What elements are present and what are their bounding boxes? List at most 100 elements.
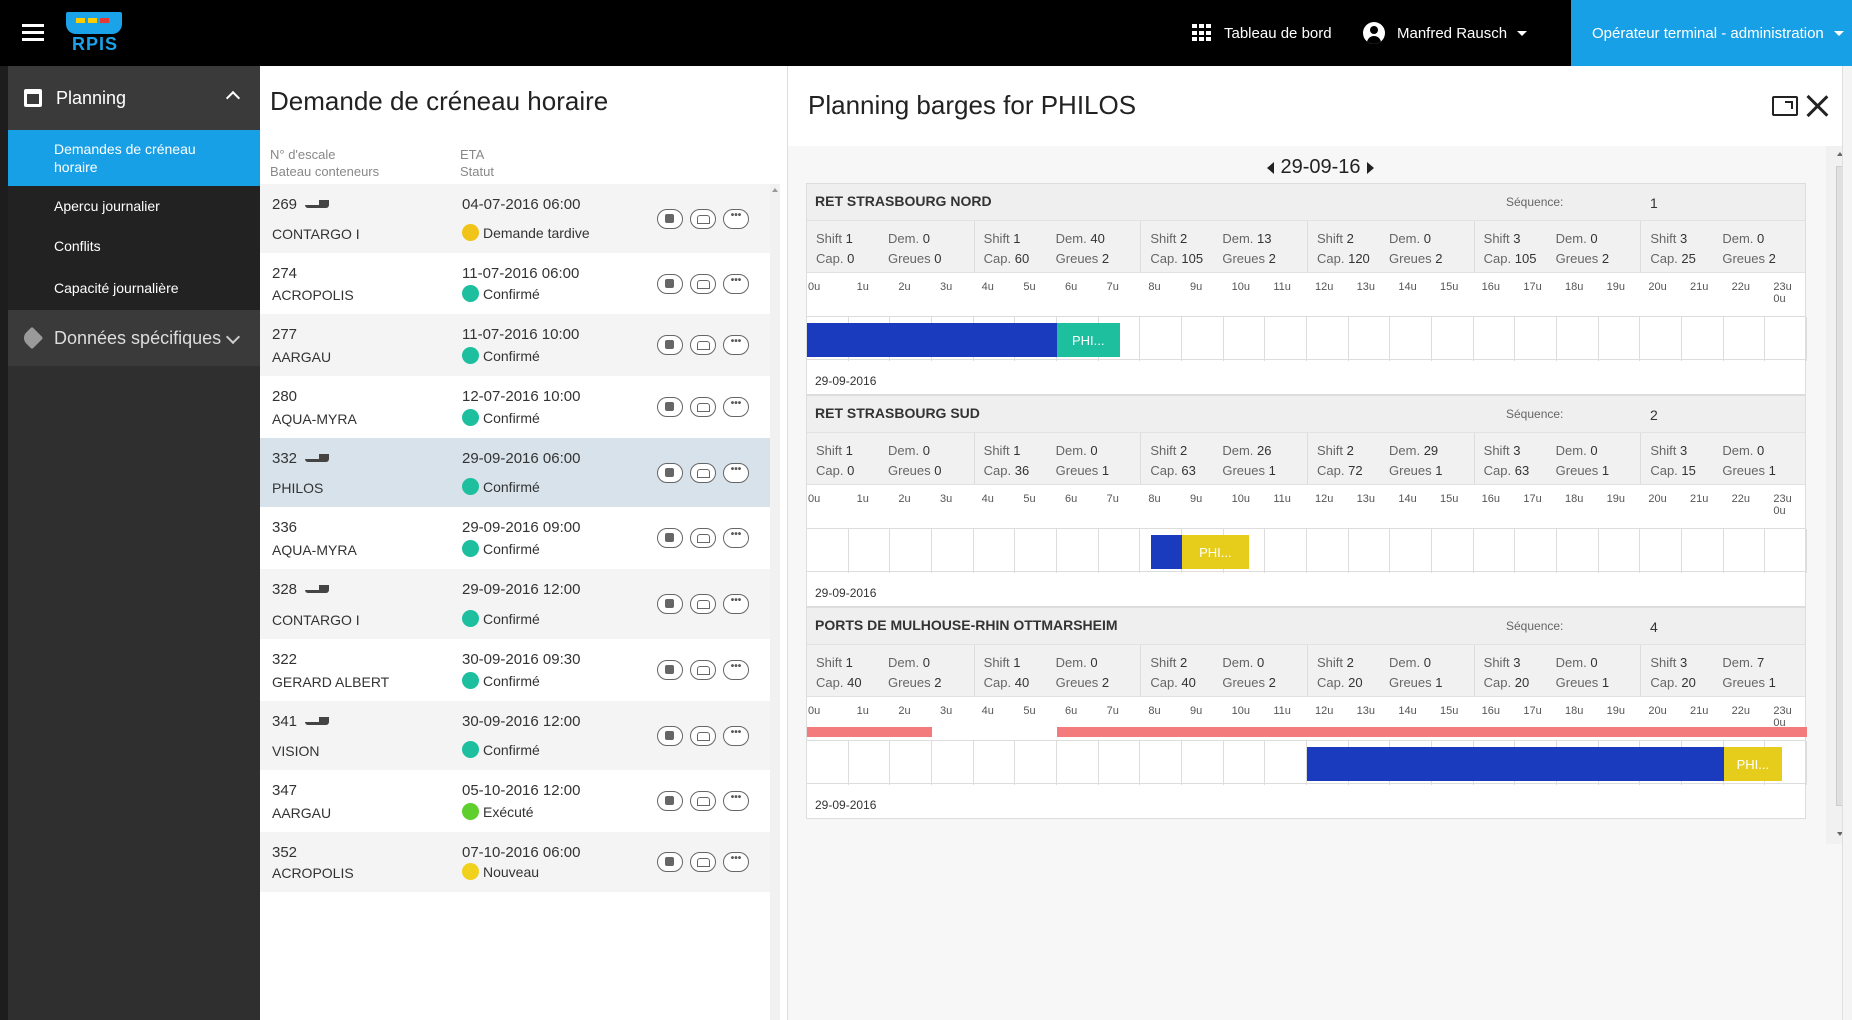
timeline-grid[interactable]: PHI...: [807, 740, 1807, 785]
table-row[interactable]: 336 AQUA-MYRA 29-09-2016 09:00 Confirmé •••: [260, 507, 770, 569]
container-icon[interactable]: [657, 852, 683, 872]
dashboard-label: Tableau de bord: [1224, 24, 1332, 42]
terminal-date: 29-09-2016: [815, 374, 877, 388]
barge-view-icon[interactable]: [690, 852, 716, 872]
barge-icon: [305, 199, 333, 210]
prev-day-icon[interactable]: [1267, 161, 1275, 174]
barge-view-icon[interactable]: [690, 725, 716, 746]
more-icon[interactable]: •••: [723, 852, 749, 872]
sidebar-item-capacite[interactable]: Capacité journalière: [8, 266, 260, 310]
timeline-grid[interactable]: PHI...: [807, 528, 1807, 573]
table-row[interactable]: 341 VISION 30-09-2016 12:00 Confirmé •••: [260, 701, 770, 770]
shift-number: Shift 3: [1484, 443, 1521, 458]
column-header-line: ETA: [460, 147, 485, 162]
column-header-escale[interactable]: N° d'escale Bateau conteneurs: [270, 146, 379, 180]
menu-icon[interactable]: [22, 24, 44, 42]
hour-cell: [1640, 317, 1682, 361]
more-icon[interactable]: •••: [723, 273, 749, 294]
barge-view-icon[interactable]: [690, 208, 716, 229]
barge-view-icon[interactable]: [690, 335, 716, 355]
container-icon[interactable]: [657, 660, 683, 680]
container-icon[interactable]: [657, 335, 683, 355]
slot-bar[interactable]: PHI...: [1182, 535, 1249, 569]
barge-view-icon[interactable]: [690, 462, 716, 483]
sidebar-item-conflits[interactable]: Conflits: [8, 226, 260, 266]
table-row[interactable]: 280 AQUA-MYRA 12-07-2016 10:00 Confirmé •••: [260, 376, 770, 438]
hour-cell: [1349, 529, 1391, 573]
sequence-value: 1: [1650, 195, 1658, 211]
more-icon[interactable]: •••: [723, 335, 749, 355]
timeline-grid[interactable]: PHI...: [807, 316, 1807, 361]
table-row[interactable]: 277 AARGAU 11-07-2016 10:00 Confirmé •••: [260, 314, 770, 376]
status-dot-icon: [462, 672, 479, 689]
barge-view-icon[interactable]: [690, 594, 716, 614]
container-icon[interactable]: [657, 594, 683, 614]
escale-number-text: 336: [272, 519, 298, 536]
escale-number-text: 277: [272, 326, 298, 343]
container-icon[interactable]: [657, 725, 683, 746]
table-row[interactable]: 274 ACROPOLIS 11-07-2016 06:00 Confirmé •••: [260, 253, 770, 314]
page-scrollbar[interactable]: [1842, 66, 1852, 1020]
slot-bar[interactable]: PHI...: [1057, 323, 1120, 357]
slot-bar[interactable]: [1150, 535, 1182, 569]
hour-tick-label: 4u: [981, 281, 994, 293]
barge-view-icon[interactable]: [690, 397, 716, 417]
app-logo[interactable]: RPIS: [66, 12, 124, 56]
sidebar-section-planning[interactable]: Planning: [8, 66, 260, 130]
close-icon[interactable]: [1805, 94, 1829, 118]
shift-number-label: Shift: [1150, 655, 1177, 670]
dashboard-link[interactable]: Tableau de bord: [1192, 0, 1332, 66]
table-row[interactable]: 328 CONTARGO I 29-09-2016 12:00 Confirmé •••: [260, 569, 770, 639]
role-dropdown[interactable]: Opérateur terminal - administration: [1571, 0, 1852, 66]
table-row[interactable]: 269 CONTARGO I 04-07-2016 06:00 Demande tar…: [260, 184, 770, 253]
shift-number-label: Shift: [1483, 231, 1510, 246]
more-icon[interactable]: •••: [723, 528, 749, 548]
hour-tick-label: 6u: [1065, 705, 1078, 717]
more-icon[interactable]: •••: [723, 397, 749, 417]
more-icon[interactable]: •••: [723, 208, 749, 229]
top-bar: RPIS Tableau de bord Manfred Rausch Opér…: [0, 0, 1852, 66]
shift-number-value: 3: [1513, 655, 1521, 670]
hour-tick-label: 22u: [1731, 705, 1751, 717]
container-icon[interactable]: [657, 791, 683, 811]
table-row[interactable]: 332 PHILOS 29-09-2016 06:00 Confirmé •••: [260, 438, 770, 507]
cranes-label: Greues: [888, 463, 931, 478]
barge-view-icon[interactable]: [690, 791, 716, 811]
column-header-line: N° d'escale: [270, 147, 336, 162]
slot-bar[interactable]: [807, 323, 1057, 357]
barge-view-icon[interactable]: [690, 528, 716, 548]
container-icon[interactable]: [657, 528, 683, 548]
sidebar-item-demandes[interactable]: Demandes de créneau horaire: [8, 130, 260, 186]
more-icon[interactable]: •••: [723, 791, 749, 811]
slot-bar[interactable]: [1307, 747, 1724, 781]
barge-view-icon[interactable]: [690, 660, 716, 680]
more-icon[interactable]: •••: [723, 462, 749, 483]
shift-block: Shift 1 Dem. 0 Cap. 40 Greues 2: [973, 645, 1140, 697]
container-icon[interactable]: [657, 208, 683, 229]
expand-icon[interactable]: [1772, 96, 1798, 116]
barge-view-icon[interactable]: [690, 273, 716, 294]
table-row[interactable]: 352 ACROPOLIS 07-10-2016 06:00 Nouveau •••: [260, 832, 770, 892]
cranes: Greues 1: [1056, 463, 1110, 478]
next-day-icon[interactable]: [1366, 161, 1374, 174]
capacity-label: Cap.: [1317, 675, 1345, 690]
cranes: Greues 2: [1722, 251, 1776, 266]
table-row[interactable]: 347 AARGAU 05-10-2016 12:00 Exécuté •••: [260, 770, 770, 832]
list-scrollbar[interactable]: [770, 184, 780, 1020]
more-icon[interactable]: •••: [723, 594, 749, 614]
more-icon[interactable]: •••: [723, 725, 749, 746]
sidebar-item-apercu[interactable]: Apercu journalier: [8, 186, 260, 226]
slot-bar[interactable]: PHI...: [1723, 747, 1782, 781]
table-row[interactable]: 322 GERARD ALBERT 30-09-2016 09:30 Confirmé…: [260, 639, 770, 701]
shift-number-value: 2: [1179, 443, 1188, 458]
more-icon[interactable]: •••: [723, 660, 749, 680]
column-header-eta[interactable]: ETA Statut: [460, 146, 494, 180]
user-menu[interactable]: Manfred Rausch: [1363, 0, 1528, 66]
container-icon[interactable]: [657, 273, 683, 294]
cranes: Greues 1: [1222, 463, 1276, 478]
container-icon[interactable]: [657, 462, 683, 483]
sidebar-section-specific[interactable]: Données spécifiques: [8, 310, 260, 366]
shift-number-value: 2: [1179, 231, 1188, 246]
container-icon[interactable]: [657, 397, 683, 417]
sidebar: Planning Demandes de créneau horaire Ape…: [0, 66, 260, 1020]
